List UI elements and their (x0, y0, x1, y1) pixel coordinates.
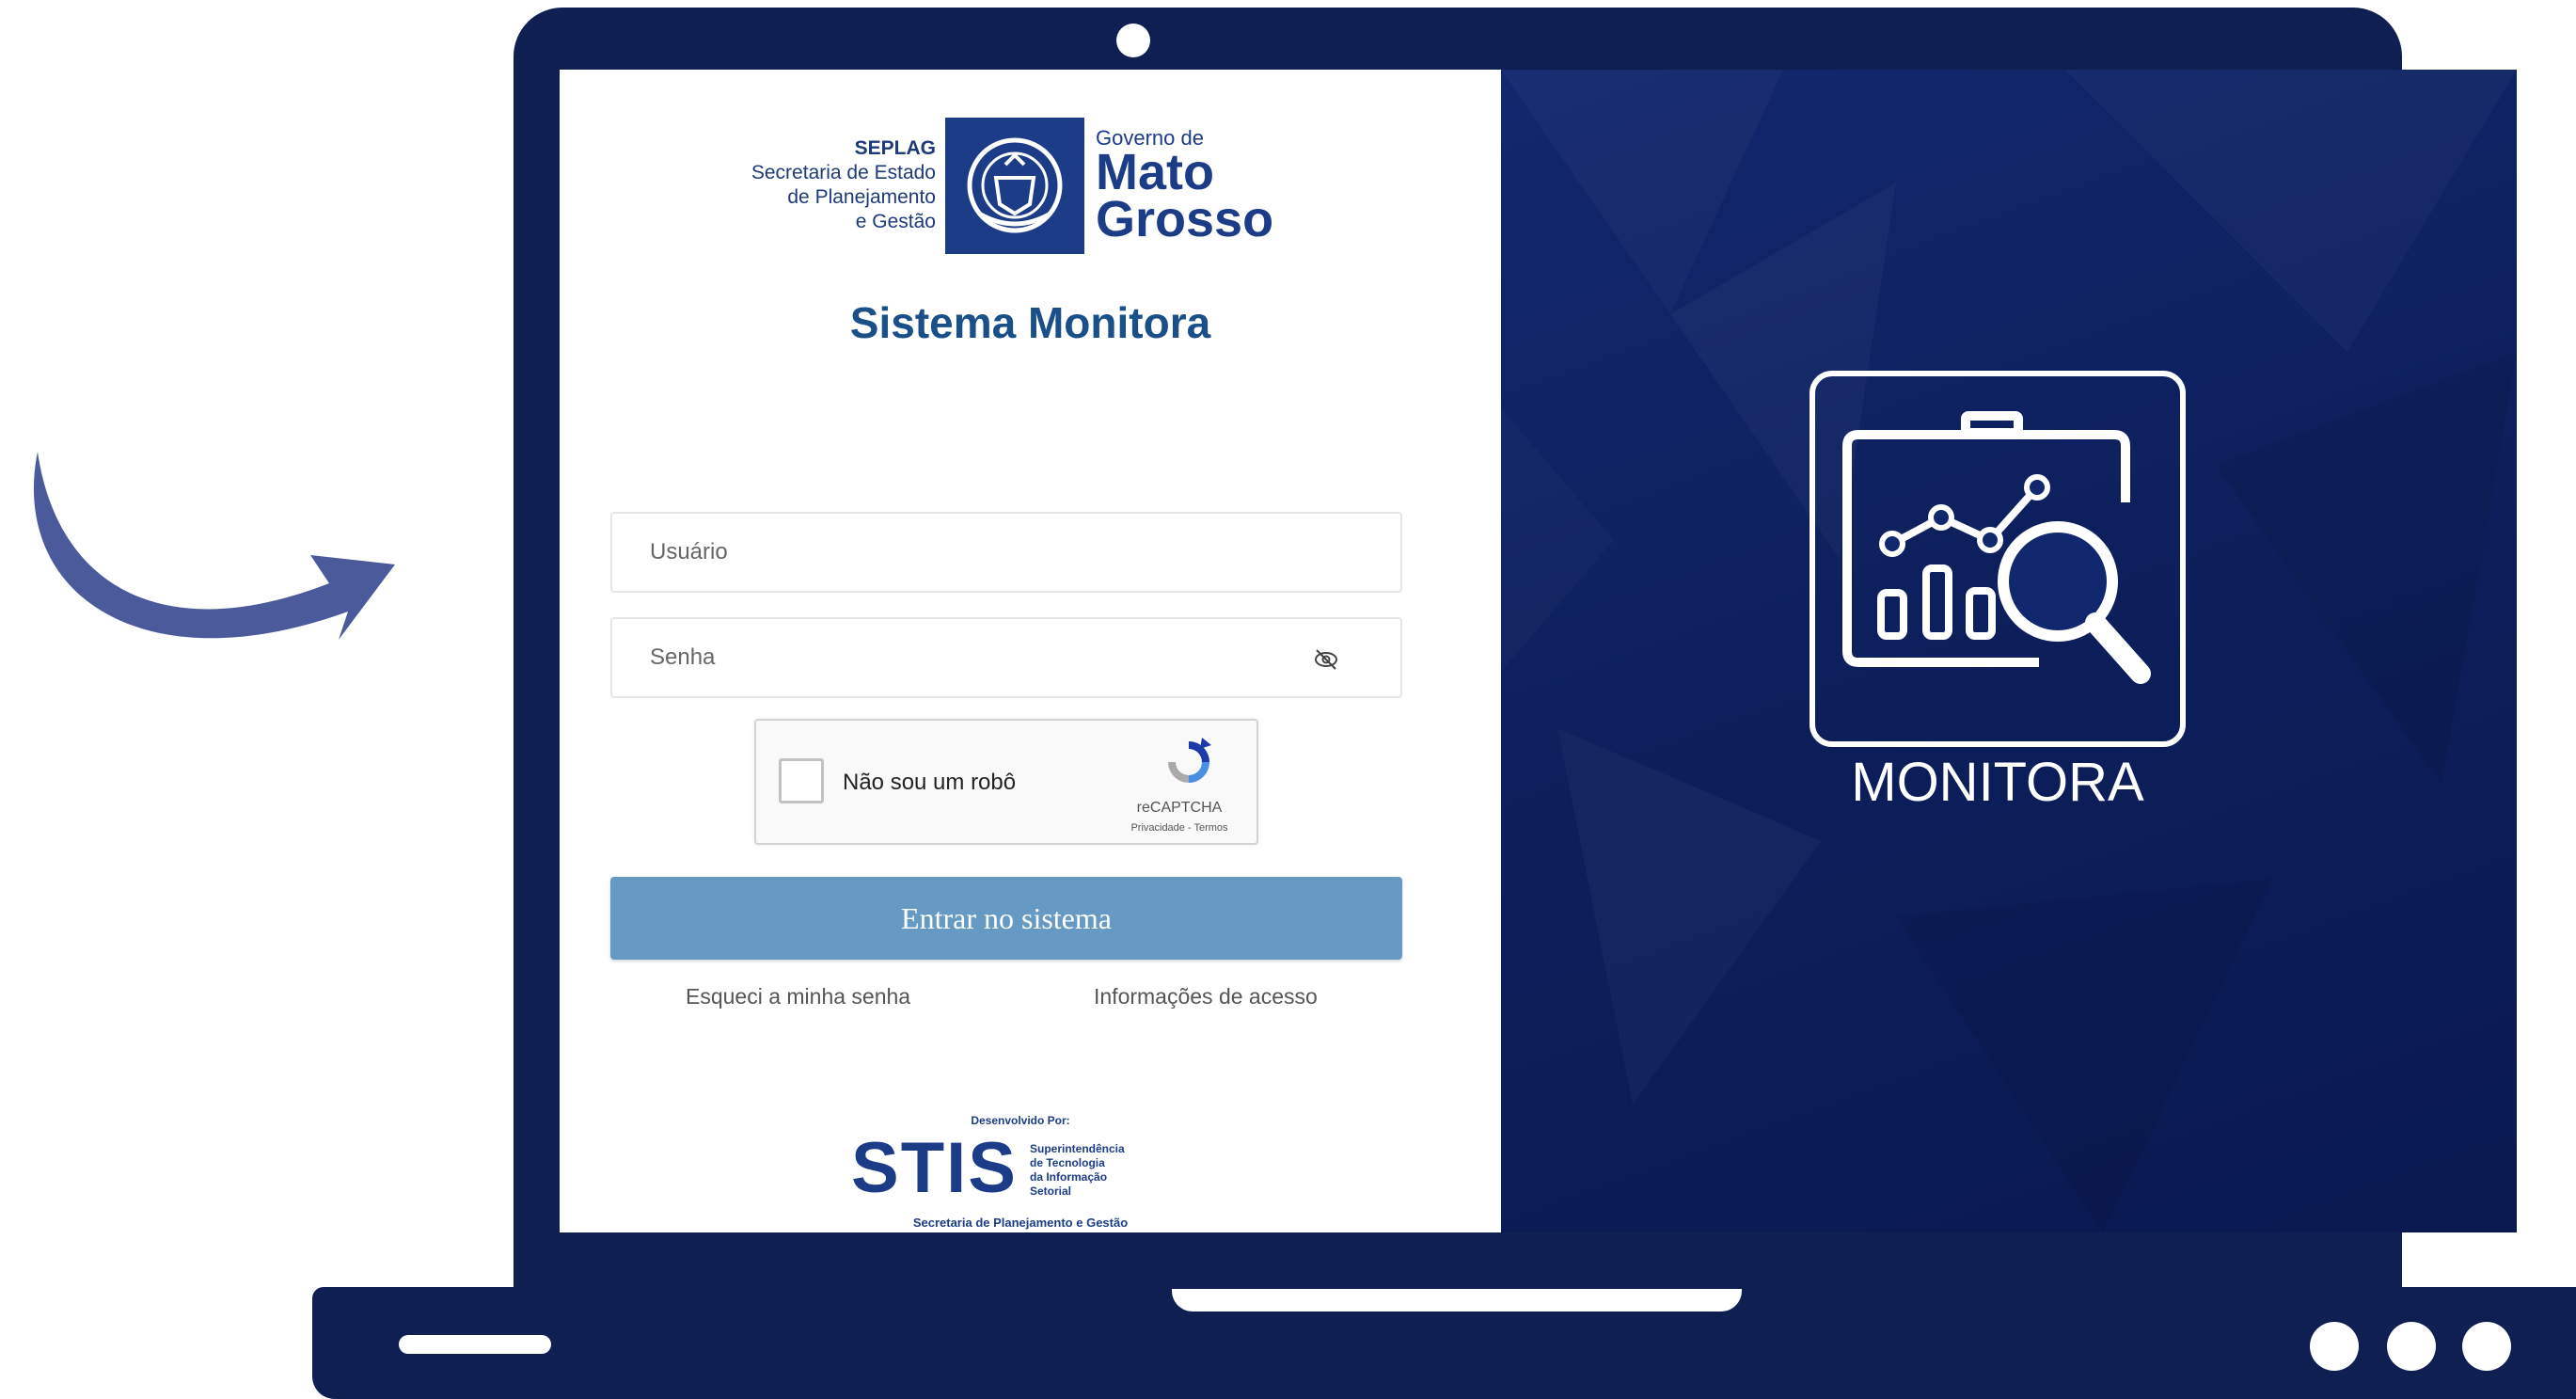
stis-sub-line: Superintendência (1030, 1142, 1125, 1155)
seplag-line: de Planejamento (787, 186, 936, 208)
seplag-line: e Gestão (855, 211, 936, 232)
recaptcha-checkbox[interactable] (779, 758, 824, 803)
laptop-hinge-notch (1172, 1289, 1742, 1312)
recaptcha-brand: reCAPTCHA (1136, 800, 1223, 816)
mato-grosso-logo: Governo de Mato Grosso (1096, 128, 1274, 247)
login-button[interactable]: Entrar no sistema (610, 877, 1402, 960)
seplag-abbr: SEPLAG (854, 137, 936, 159)
recaptcha-label: Não sou um robô (843, 770, 1017, 795)
recaptcha-icon (1168, 738, 1211, 783)
seplag-logo-text: SEPLAG Secretaria de Estado de Planejame… (748, 136, 936, 234)
laptop-indicator-dot (2462, 1322, 2511, 1371)
laptop-indicator-dot (2387, 1322, 2436, 1371)
access-info-link[interactable]: Informações de acesso (1094, 984, 1318, 1010)
password-input[interactable] (612, 619, 1400, 696)
developed-by-label: Desenvolvido Por: (971, 1114, 1070, 1127)
stis-footer-label: Secretaria de Planejamento e Gestão (912, 1216, 1129, 1230)
username-field[interactable] (610, 512, 1402, 593)
laptop-camera (1116, 24, 1150, 57)
laptop-screen: SEPLAG Secretaria de Estado de Planejame… (560, 70, 2517, 1232)
gov-name-line: Grosso (1096, 191, 1274, 247)
stis-wordmark: STIS (851, 1128, 1018, 1208)
recaptcha-widget: Não sou um robô reCAPTCHA Privacidade - … (754, 719, 1258, 845)
stis-sub-line: da Informação (1030, 1170, 1108, 1184)
login-panel: SEPLAG Secretaria de Estado de Planejame… (560, 70, 1501, 1232)
forgot-password-link[interactable]: Esqueci a minha senha (686, 984, 910, 1010)
stis-subtitle: Superintendência de Tecnologia da Inform… (1030, 1142, 1162, 1199)
page-title: Sistema Monitora (849, 298, 1211, 347)
stis-logo: Desenvolvido Por: STIS Superintendência … (842, 1114, 1237, 1232)
eye-off-icon[interactable] (1314, 647, 1338, 672)
stis-sub-line: Setorial (1030, 1184, 1072, 1198)
state-emblem-icon (945, 117, 1084, 254)
laptop-indicator-dot (2310, 1322, 2359, 1371)
laptop-slot (399, 1335, 551, 1354)
password-field[interactable] (610, 617, 1402, 698)
recaptcha-links[interactable]: Privacidade - Termos (1106, 822, 1253, 834)
app-name: MONITORA (1851, 752, 2144, 813)
username-input[interactable] (612, 514, 1400, 591)
stis-sub-line: de Tecnologia (1030, 1156, 1105, 1169)
header-logos: SEPLAG Secretaria de Estado de Planejame… (748, 115, 1274, 256)
gov-name-line: Mato (1096, 144, 1214, 200)
seplag-line: Secretaria de Estado (751, 162, 936, 183)
curved-arrow-icon (33, 452, 396, 640)
monitora-dashboard-icon (1810, 371, 2186, 747)
brand-panel: MONITORA (1501, 70, 2517, 1232)
